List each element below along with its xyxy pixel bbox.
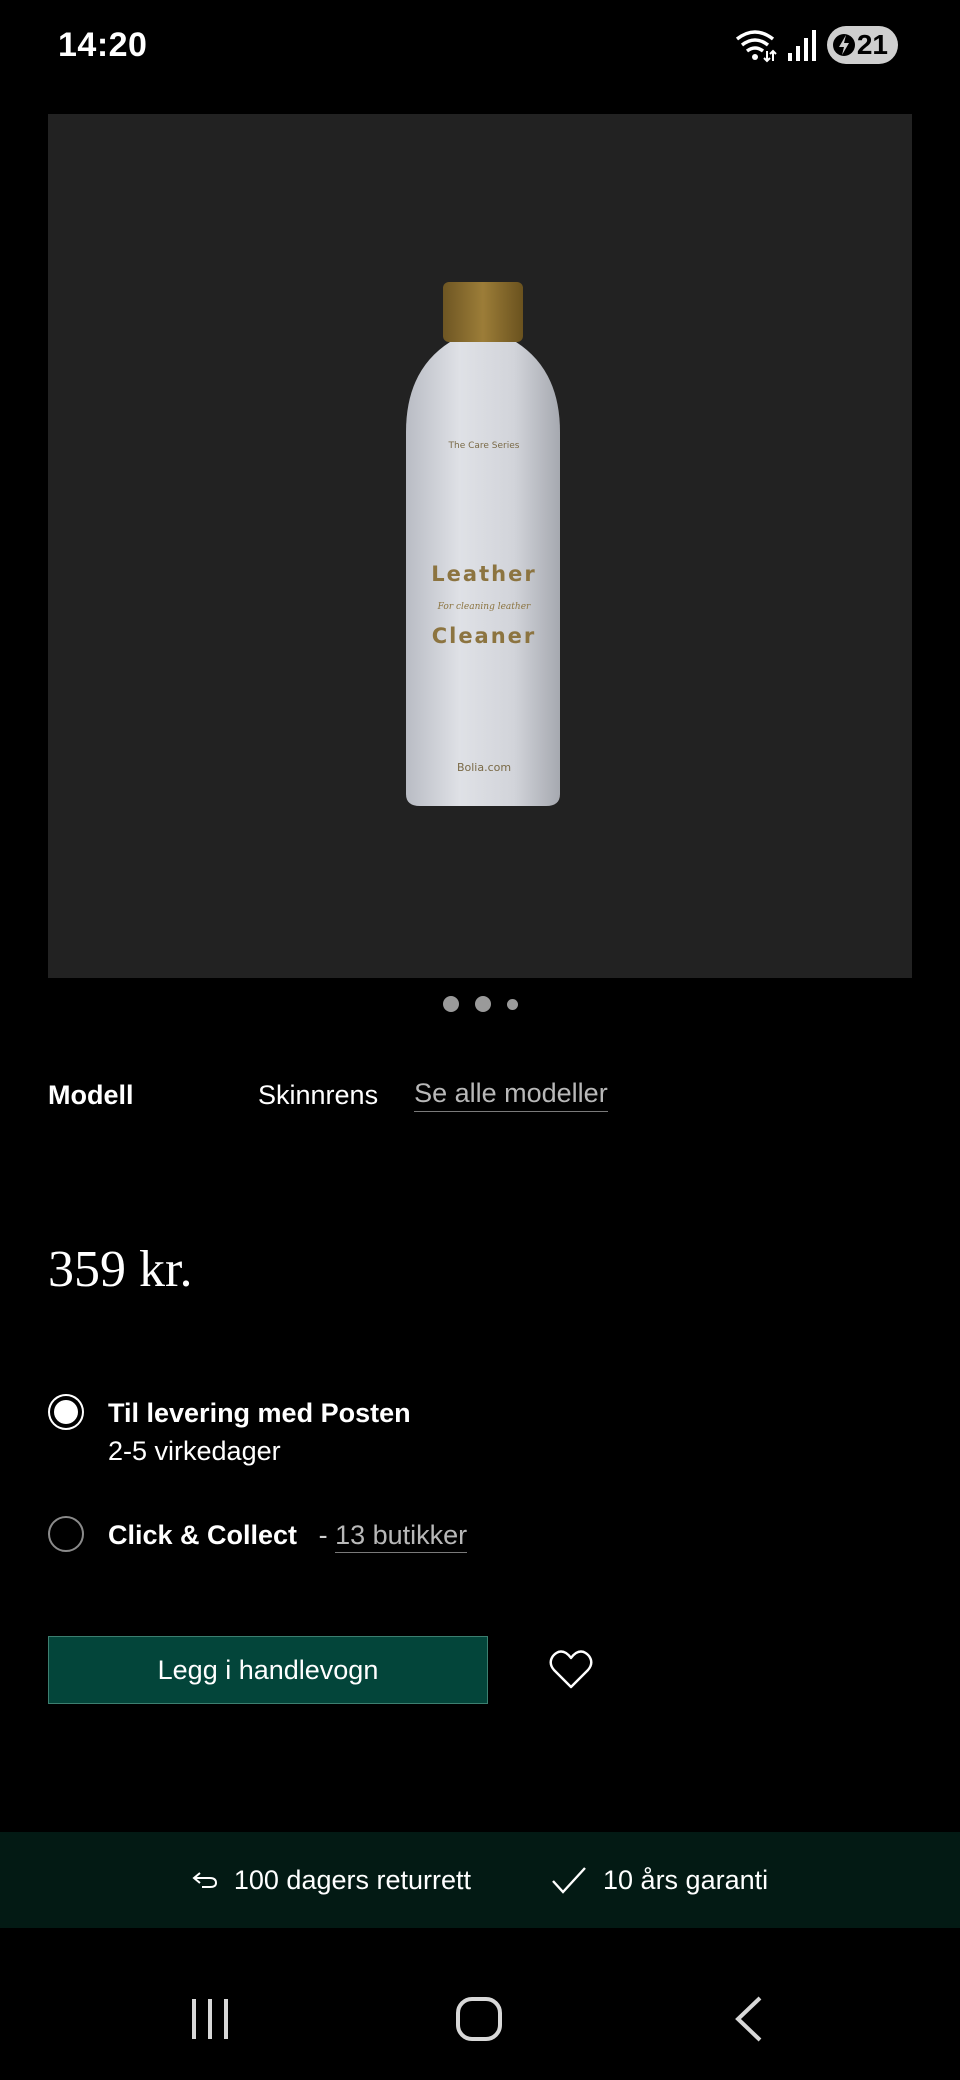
status-time: 14:20	[58, 26, 148, 64]
warranty-text: 10 års garanti	[603, 1864, 769, 1895]
model-row: Modell Skinnrens Se alle modeller	[48, 1078, 608, 1112]
svg-text:Cleaner: Cleaner	[432, 624, 537, 648]
benefits-bar: 100 dagers returrett 10 års garanti	[0, 1832, 960, 1928]
radio-collect[interactable]	[48, 1516, 84, 1552]
price: 359 kr.	[48, 1241, 193, 1298]
home-icon[interactable]	[454, 1994, 504, 2044]
product-image[interactable]: The Care Series Leather For cleaning lea…	[48, 114, 912, 978]
status-icons: 21	[733, 26, 898, 64]
heart-icon[interactable]	[548, 1648, 594, 1690]
radio-post[interactable]	[48, 1394, 84, 1430]
model-label: Modell	[48, 1079, 134, 1110]
stores-prefix: -	[318, 1520, 328, 1550]
see-all-models-link[interactable]: Se alle modeller	[414, 1078, 608, 1112]
recent-apps-icon[interactable]	[188, 1994, 232, 2044]
add-to-cart-button[interactable]: Legg i handlevogn	[48, 1636, 488, 1704]
back-icon[interactable]	[730, 1994, 770, 2044]
wifi-icon	[735, 30, 777, 63]
battery-bolt-icon	[832, 34, 855, 56]
return-icon	[192, 1872, 217, 1888]
navigation-bar	[0, 1960, 960, 2080]
carousel-dots[interactable]	[0, 996, 960, 1012]
svg-text:Bolia.com: Bolia.com	[457, 761, 511, 774]
svg-text:Leather: Leather	[431, 562, 536, 586]
returns-text: 100 dagers returrett	[233, 1864, 472, 1895]
model-value: Skinnrens	[258, 1079, 379, 1110]
delivery-collect-title: Click & Collect	[108, 1520, 298, 1550]
benefit-warranty: 10 års garanti	[551, 1865, 768, 1896]
delivery-post-sub: 2-5 virkedager	[108, 1436, 281, 1466]
battery-icon: 21	[826, 26, 898, 64]
signal-icon	[787, 30, 816, 61]
carousel-dot[interactable]	[442, 996, 459, 1012]
svg-text:The Care Series: The Care Series	[448, 441, 520, 451]
bottle-label-art: The Care Series Leather For cleaning lea…	[431, 441, 537, 774]
stores-link[interactable]: 13 butikker	[335, 1520, 468, 1553]
status-bar: 14:20 21	[0, 0, 960, 92]
carousel-dot[interactable]	[506, 998, 518, 1010]
benefit-returns: 100 dagers returrett	[192, 1865, 471, 1896]
battery-level: 21	[856, 29, 888, 60]
carousel-dot[interactable]	[474, 996, 491, 1012]
delivery-option-collect[interactable]: Click & Collect - 13 butikker	[48, 1516, 908, 1554]
delivery-post-title: Til levering med Posten	[108, 1398, 411, 1428]
checkmark-icon	[552, 1867, 586, 1894]
svg-text:For cleaning leather: For cleaning leather	[437, 602, 531, 612]
delivery-option-post[interactable]: Til levering med Posten 2-5 virkedager	[48, 1394, 908, 1470]
